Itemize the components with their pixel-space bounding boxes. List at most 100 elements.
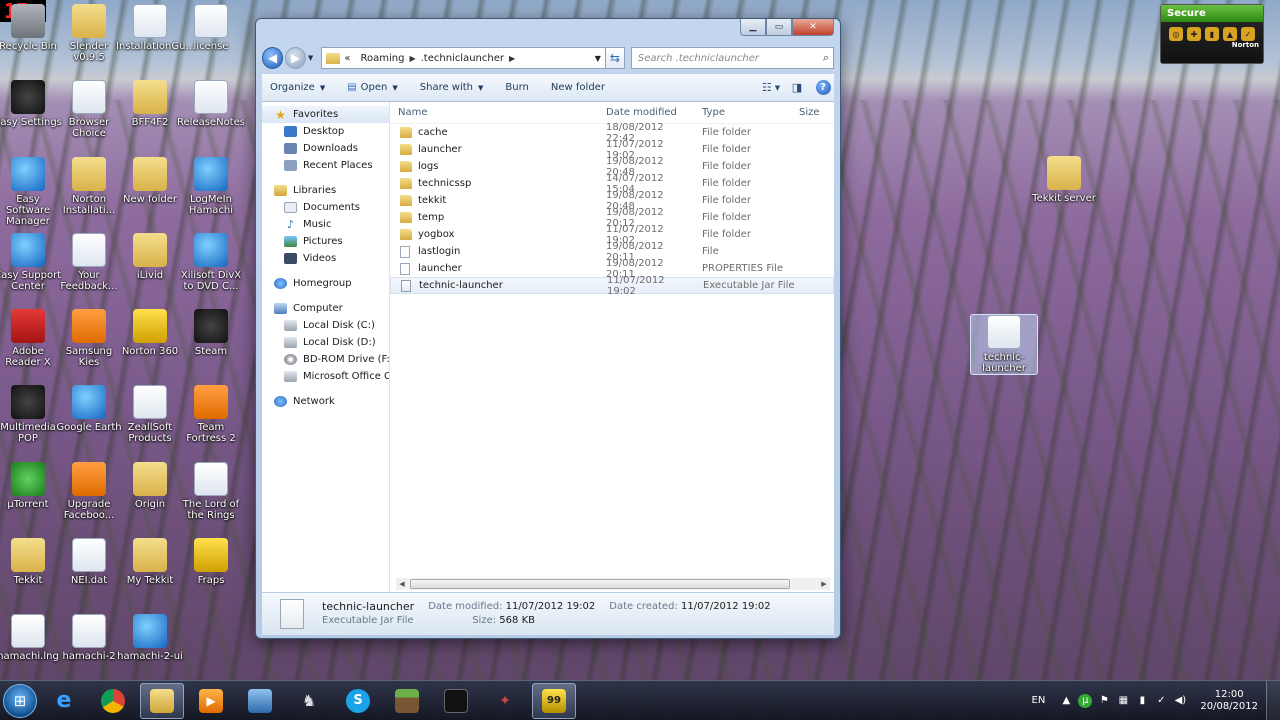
desktop-icon-origin[interactable]: Origin (116, 462, 184, 510)
desktop-icon-zeallsoft-products[interactable]: ZeallSoft Products (116, 385, 184, 444)
desktop-icon-adobe-reader-x[interactable]: Adobe Reader X (0, 309, 62, 368)
new-folder-button[interactable]: New folder (551, 82, 605, 93)
desktop-icon-easy-settings[interactable]: Easy Settings (0, 80, 62, 128)
desktop-icon-tekkit[interactable]: Tekkit (0, 538, 62, 586)
chevron-right-icon[interactable]: ▶ (509, 54, 515, 63)
desktop-icon-hamachi-lng[interactable]: hamachi.lng (0, 614, 62, 662)
volume-icon[interactable]: ◀) (1173, 694, 1187, 708)
scroll-right-icon[interactable]: ▶ (818, 580, 830, 588)
taskbar-minecraft[interactable] (385, 683, 429, 719)
address-dropdown[interactable]: ▼ (595, 54, 601, 63)
explorer-window[interactable]: ▁ ▭ ✕ ◀ ▶ ▼ « Roaming ▶ .techniclauncher… (255, 18, 841, 639)
desktop-icon-steam[interactable]: Steam (177, 309, 245, 357)
maximize-button[interactable]: ▭ (766, 19, 792, 36)
taskbar-explorer[interactable] (140, 682, 184, 719)
scrollbar-thumb[interactable] (410, 579, 790, 589)
search-icon[interactable]: ⌕ (823, 51, 829, 65)
nav-local-disk-d[interactable]: Local Disk (D:) (262, 334, 389, 351)
show-desktop-button[interactable] (1266, 681, 1280, 720)
file-row[interactable]: technic-launcher 11/07/2012 19:02 Executab… (390, 275, 834, 297)
nav-homegroup[interactable]: Homegroup (262, 275, 389, 292)
chevron-right-icon[interactable]: ▶ (409, 54, 415, 63)
desktop-icon-nei-dat[interactable]: NEI.dat (55, 538, 123, 586)
taskbar-skype[interactable]: S (336, 683, 380, 719)
column-header-size[interactable]: Size (791, 107, 831, 118)
view-options-icon[interactable]: ☷ ▼ (760, 79, 782, 97)
norton-check-icon[interactable]: ✓ (1241, 27, 1255, 41)
nav-office-click[interactable]: Microsoft Office Clic (262, 368, 389, 385)
nav-desktop[interactable]: Desktop (262, 123, 389, 140)
desktop-icon-upgrade-faceboo[interactable]: Upgrade Faceboo... (55, 462, 123, 521)
norton-scan-icon[interactable]: ◎ (1169, 27, 1183, 41)
flag-icon[interactable]: ⚑ (1097, 694, 1111, 708)
navigation-pane[interactable]: ★ Favorites Desktop Downloads Recent Plac… (262, 102, 390, 592)
minimize-button[interactable]: ▁ (740, 19, 766, 36)
desktop-icon-samsung-kies[interactable]: Samsung Kies (55, 309, 123, 368)
norton-widget[interactable]: Secure ◎ ✚ ▮ ▲ ✓ Norton (1160, 4, 1264, 64)
nav-documents[interactable]: Documents (262, 199, 389, 216)
desktop-icon-logmein-hamachi[interactable]: LogMeIn Hamachi (177, 157, 245, 216)
desktop-icon-ilivid[interactable]: iLivid (116, 233, 184, 281)
desktop-icon-browser-choice[interactable]: Browser Choice (55, 80, 123, 139)
clock[interactable]: 12:00 20/08/2012 (1200, 689, 1258, 713)
taskbar-media-player[interactable]: ▶ (189, 683, 233, 719)
desktop-icon-slender-v0-9-5[interactable]: Slender v0.9.5 (55, 4, 123, 63)
desktop-icon-my-tekkit[interactable]: My Tekkit (116, 538, 184, 586)
start-button[interactable]: ⊞ (3, 683, 37, 718)
nav-network[interactable]: Network (262, 393, 389, 410)
utorrent-tray-icon[interactable]: µ (1078, 693, 1093, 708)
taskbar-app-blue[interactable] (238, 683, 282, 719)
open-button[interactable]: ▤ Open ▼ (347, 82, 398, 93)
nav-recent-places[interactable]: Recent Places (262, 157, 389, 174)
taskbar-fraps[interactable]: 99 (532, 682, 576, 719)
share-with-button[interactable]: Share with ▼ (420, 82, 484, 93)
desktop-icon-norton-360[interactable]: Norton 360 (116, 309, 184, 357)
breadcrumb-techniclauncher[interactable]: .techniclauncher (421, 53, 504, 64)
norton-firewall-icon[interactable]: ✚ (1187, 27, 1201, 41)
scroll-left-icon[interactable]: ◀ (396, 580, 408, 588)
desktop-icon-multimedia-pop[interactable]: Multimedia POP (0, 385, 62, 444)
organize-button[interactable]: Organize ▼ (270, 82, 325, 93)
language-indicator[interactable]: EN (1032, 695, 1046, 706)
nav-downloads[interactable]: Downloads (262, 140, 389, 157)
desktop-icon-easy-software-manager[interactable]: Easy Software Manager (0, 157, 62, 227)
column-header-date[interactable]: Date modified (598, 107, 694, 118)
desktop-icon-installationgu[interactable]: InstallationGu... (116, 4, 195, 52)
desktop-icon-torrent[interactable]: µTorrent (0, 462, 62, 510)
desktop-icon-easy-support-center[interactable]: Easy Support Center (0, 233, 62, 292)
refresh-button[interactable]: ⇆ (605, 47, 625, 69)
desktop-icon-technic-launcher[interactable]: technic-launcher (970, 314, 1038, 375)
help-button[interactable]: ? (812, 79, 834, 97)
nav-bd-rom-drive[interactable]: BD-ROM Drive (F:) SI (262, 351, 389, 368)
taskbar-chrome[interactable] (91, 683, 135, 719)
norton-device-icon[interactable]: ▮ (1205, 27, 1219, 41)
desktop-icon-recycle-bin[interactable]: Recycle Bin (0, 4, 62, 52)
norton-tray-icon[interactable]: ✓ (1154, 694, 1168, 708)
taskbar-app-red[interactable]: ✦ (483, 683, 527, 719)
desktop-icon-xilisoft-divx-to-dvd-c[interactable]: Xilisoft DivX to DVD C... (177, 233, 245, 292)
battery-icon[interactable]: ▮ (1135, 694, 1149, 708)
desktop-icon-team-fortress-2[interactable]: Team Fortress 2 (177, 385, 245, 444)
desktop-icon-hamachi-2-ui[interactable]: hamachi-2-ui (116, 614, 184, 662)
desktop-icon-tekkit-server[interactable]: Tekkit server (1030, 156, 1098, 204)
horizontal-scrollbar[interactable]: ◀ ▶ (396, 578, 830, 590)
nav-favorites[interactable]: ★ Favorites (262, 106, 389, 123)
nav-local-disk-c[interactable]: Local Disk (C:) (262, 317, 389, 334)
column-header-name[interactable]: Name (390, 107, 598, 118)
nav-music[interactable]: ♪ Music (262, 216, 389, 233)
nav-libraries[interactable]: Libraries (262, 182, 389, 199)
norton-performance-icon[interactable]: ▲ (1223, 27, 1237, 41)
preview-pane-icon[interactable]: ◨ (786, 79, 808, 97)
desktop-icon-hamachi-2[interactable]: hamachi-2 (55, 614, 123, 662)
forward-button[interactable]: ▶ (284, 47, 306, 69)
column-header-type[interactable]: Type (694, 107, 791, 118)
burn-button[interactable]: Burn (505, 82, 528, 93)
desktop-icon-your-feedback[interactable]: Your Feedback... (55, 233, 123, 292)
file-list[interactable]: Name Date modified Type Size cache 18/08/… (390, 102, 834, 592)
search-input[interactable]: Search .techniclauncher ⌕ (630, 47, 835, 69)
taskbar-internet-explorer[interactable]: e (42, 683, 86, 719)
breadcrumb-overflow[interactable]: « (344, 53, 350, 64)
desktop-icon-license[interactable]: license (177, 4, 245, 52)
close-button[interactable]: ✕ (792, 19, 834, 36)
desktop-icon-norton-installati[interactable]: Norton Installati... (55, 157, 123, 216)
